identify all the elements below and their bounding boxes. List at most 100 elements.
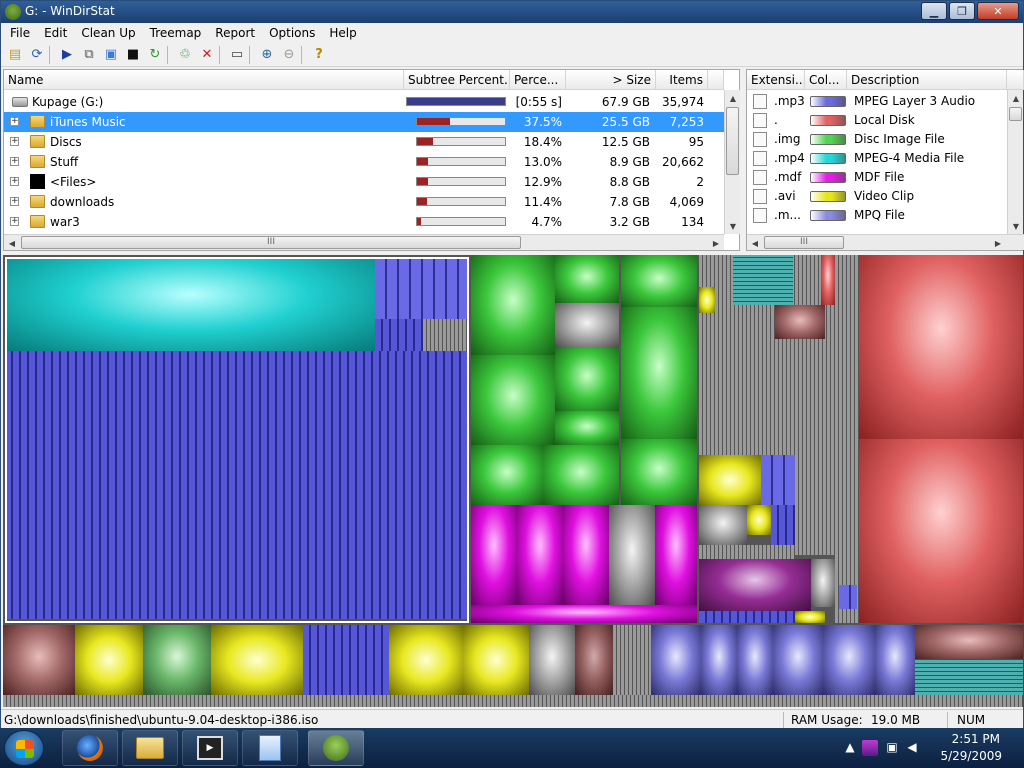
directory-vertical-scrollbar[interactable]: ▲ ▼ (724, 90, 740, 234)
treemap-block-avi[interactable] (463, 625, 529, 695)
extension-row[interactable]: .avi Video Clip (747, 187, 1007, 206)
column-header-name[interactable]: Name (4, 70, 404, 90)
expand-toggle[interactable]: + (10, 217, 19, 226)
zoom-in-icon[interactable]: ⊕ (257, 45, 277, 65)
treemap-block-img[interactable] (471, 355, 555, 445)
help-icon[interactable]: ? (309, 45, 329, 65)
scroll-left-arrow[interactable]: ◀ (747, 235, 763, 251)
extension-vertical-scrollbar[interactable]: ▲ ▼ (1007, 90, 1023, 234)
treemap-block-avi[interactable] (389, 625, 463, 695)
column-header-color[interactable]: Col... (805, 70, 847, 90)
taskbar-notepad[interactable] (242, 730, 298, 766)
play-icon[interactable]: ▶ (57, 45, 77, 65)
taskbar-explorer[interactable] (122, 730, 178, 766)
scroll-up-arrow[interactable]: ▲ (1008, 90, 1024, 106)
menu-edit[interactable]: Edit (37, 23, 74, 43)
treemap-block-avi[interactable] (211, 625, 303, 695)
treemap-block-mixed[interactable] (3, 695, 1023, 707)
extension-row[interactable]: .mp3 MPEG Layer 3 Audio (747, 92, 1007, 111)
treemap-block-local-disk[interactable] (859, 439, 1023, 623)
column-header-extension[interactable]: Extensi... (747, 70, 805, 90)
command-prompt-icon[interactable]: ■ (123, 45, 143, 65)
treemap-block-img[interactable] (543, 445, 619, 505)
expand-toggle[interactable]: + (10, 157, 19, 166)
scroll-right-arrow[interactable]: ▶ (990, 235, 1006, 251)
directory-row[interactable]: + war3 4.7% 3.2 GB 134 (4, 212, 724, 232)
extension-row[interactable]: .m... MPQ File (747, 206, 1007, 225)
directory-row[interactable]: + iTunes Music 37.5% 25.5 GB 7,253 (4, 112, 724, 132)
properties-icon[interactable]: ▭ (227, 45, 247, 65)
treemap-block-mp3[interactable] (699, 611, 795, 623)
treemap-block-mpq[interactable] (651, 625, 701, 695)
treemap-block-avi[interactable] (795, 611, 825, 623)
treemap-block-other[interactable] (811, 559, 835, 607)
scrollbar-thumb-grip[interactable]: III (764, 236, 844, 249)
treemap-view[interactable] (3, 255, 1023, 707)
treemap-block-img[interactable] (621, 439, 697, 505)
directory-horizontal-scrollbar[interactable]: ◀ III ▶ (4, 234, 724, 250)
close-button[interactable]: ✕ (977, 2, 1019, 20)
extension-row[interactable]: .mp4 MPEG-4 Media File (747, 149, 1007, 168)
treemap-block-other[interactable] (609, 505, 655, 605)
menu-file[interactable]: File (3, 23, 37, 43)
treemap-block-mdf[interactable] (471, 505, 517, 605)
directory-row[interactable]: Kupage (G:) [0:55 s] 67.9 GB 35,974 (4, 92, 724, 112)
menu-options[interactable]: Options (262, 23, 322, 43)
clock-date[interactable]: 5/29/2009 (940, 749, 1002, 763)
scroll-up-arrow[interactable]: ▲ (725, 90, 741, 106)
menu-help[interactable]: Help (322, 23, 363, 43)
treemap-block-img[interactable] (555, 411, 619, 445)
treemap-block-local-disk[interactable] (915, 625, 1023, 659)
treemap-block-local-disk[interactable] (775, 305, 825, 339)
treemap-block-img[interactable] (621, 255, 697, 307)
treemap-block-img[interactable] (621, 307, 697, 439)
treemap-block-local-disk[interactable] (3, 625, 75, 695)
refresh-selected-icon[interactable]: ↻ (145, 45, 165, 65)
treemap-block-local-disk[interactable] (859, 255, 1023, 439)
treemap-block-other[interactable] (529, 625, 575, 695)
treemap-block-mixed[interactable] (699, 545, 795, 559)
treemap-block-mp3[interactable] (761, 455, 795, 505)
treemap-block-mp3[interactable] (771, 505, 795, 545)
treemap-block-mixed[interactable] (613, 625, 651, 695)
treemap-block-mdf[interactable] (699, 559, 811, 611)
extension-row[interactable]: . Local Disk (747, 111, 1007, 130)
taskbar-firefox[interactable] (62, 730, 118, 766)
treemap-block-mpq[interactable] (773, 625, 823, 695)
scrollbar-thumb[interactable] (1009, 107, 1022, 121)
treemap-block-avi[interactable] (699, 287, 715, 313)
recycle-bin-icon[interactable]: ♲ (175, 45, 195, 65)
treemap-block-mdf[interactable] (471, 605, 697, 623)
show-hidden-icons-arrow[interactable]: ▲ (842, 740, 858, 756)
treemap-block-other[interactable] (699, 505, 747, 545)
treemap-block-mpq[interactable] (737, 625, 773, 695)
refresh-all-icon[interactable]: ⟳ (27, 45, 47, 65)
scroll-left-arrow[interactable]: ◀ (4, 235, 20, 251)
directory-row[interactable]: + downloads 11.4% 7.8 GB 4,069 (4, 192, 724, 212)
title-bar[interactable]: G: - WinDirStat ▁ ❐ ✕ (1, 1, 1023, 23)
treemap-block-local-disk[interactable] (575, 625, 613, 695)
treemap-block-mpq[interactable] (823, 625, 875, 695)
scroll-down-arrow[interactable]: ▼ (1008, 218, 1024, 234)
menu-clean-up[interactable]: Clean Up (74, 23, 142, 43)
delete-icon[interactable]: ✕ (197, 45, 217, 65)
taskbar-media-player[interactable]: ▶ (182, 730, 238, 766)
treemap-block-mdf[interactable] (655, 505, 697, 605)
scroll-down-arrow[interactable]: ▼ (725, 218, 741, 234)
taskbar-windirstat[interactable] (308, 730, 364, 766)
column-header-items[interactable]: Items (656, 70, 708, 90)
treemap-block-img[interactable] (143, 625, 211, 695)
treemap-block-img[interactable] (471, 445, 543, 505)
extension-row[interactable]: .mdf MDF File (747, 168, 1007, 187)
maximize-button[interactable]: ❐ (949, 2, 975, 20)
scrollbar-thumb[interactable] (726, 107, 739, 175)
extension-list[interactable]: Extensi... Col... Description .mp3 MPEG L… (746, 69, 1024, 251)
expand-toggle[interactable]: + (10, 117, 19, 126)
expand-toggle[interactable]: + (10, 197, 19, 206)
column-header-description[interactable]: Description (847, 70, 1007, 90)
column-header-size[interactable]: > Size (566, 70, 656, 90)
directory-row[interactable]: + <Files> 12.9% 8.8 GB 2 (4, 172, 724, 192)
menu-report[interactable]: Report (208, 23, 262, 43)
treemap-block-img[interactable] (555, 347, 619, 411)
treemap-block-mdf[interactable] (563, 505, 609, 605)
